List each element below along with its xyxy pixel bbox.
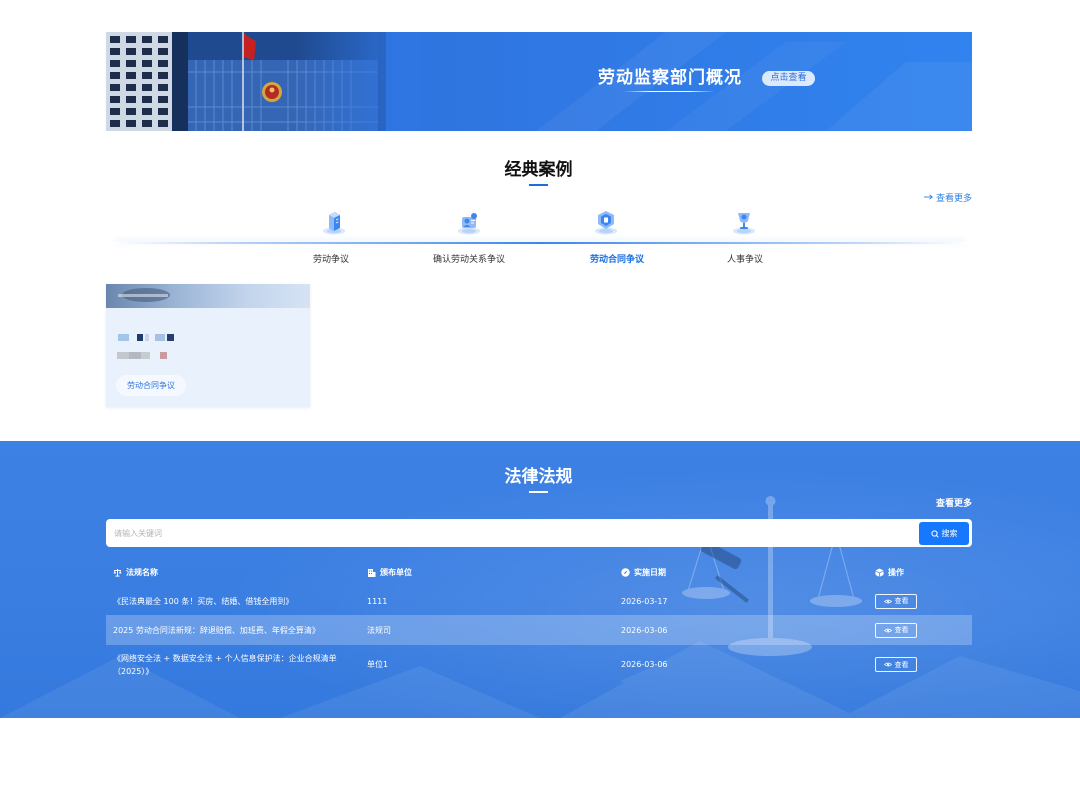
column-header-label: 实施日期 [634,567,666,577]
laws-view-more-link[interactable]: 查看更多 [936,498,972,510]
law-name: 《民法典最全 100 条！买房、结婚、借钱全用到》 [113,596,294,606]
law-issuer: 法规司 [367,625,391,635]
category-tab-labor-contract[interactable]: 劳动合同争议 [567,206,667,266]
case-category-tag[interactable]: 劳动合同争议 [116,375,186,396]
view-button[interactable]: 查看 [875,593,917,609]
law-name: 《网络安全法 + 数据安全法 + 个人信息保护法：企业合规清单（2025）》 [113,653,337,676]
search-icon [930,529,939,538]
law-issuer: 单位1 [367,660,389,669]
view-button-label: 查看 [894,660,909,669]
category-label: 劳动合同争议 [589,255,644,265]
law-effective-date: 2026-03-17 [621,596,668,606]
category-label: 确认劳动关系争议 [432,255,505,265]
case-card[interactable]: 劳动合同争议 [106,284,310,407]
shield-document-icon [593,208,619,236]
case-card-image [106,284,310,308]
category-tab-personnel[interactable]: 人事争议 [695,206,795,266]
eye-icon [883,628,892,633]
table-row[interactable]: 《网络安全法 + 数据安全法 + 个人信息保护法：企业合规清单（2025）》 单… [106,648,972,681]
category-label: 劳动争议 [312,255,349,265]
scales-icon [113,568,122,577]
laws-title-underline [529,491,548,493]
search-button[interactable]: 搜索 [919,522,969,545]
column-header-date: 实施日期 [621,567,875,578]
keyword-search-input[interactable] [106,519,972,547]
search-button-label: 搜索 [941,529,958,538]
building-icon [367,568,376,577]
table-row[interactable]: 《民法典最全 100 条！买房、结婚、借钱全用到》 1111 2026-03-1… [106,587,972,615]
category-tab-labor-relation[interactable]: 确认劳动关系争议 [419,206,519,266]
law-name: 2025 劳动合同法新规：辞退赔偿、加班费、年假全算清》 [113,625,320,635]
view-button[interactable]: 查看 [875,657,917,672]
banner-title-underline [623,91,715,92]
cases-section-title: 经典案例 [504,160,573,180]
view-button[interactable]: 查看 [875,622,917,638]
cases-view-more-label: 查看更多 [935,193,972,204]
view-button-label: 查看 [894,626,909,634]
banner-building-image [106,32,972,131]
cases-title-underline [529,184,548,186]
eye-icon [883,662,892,667]
laws-table-header: 法规名称 颁布单位 实施日期 操作 [106,564,972,580]
column-header-label: 操作 [888,567,904,577]
compass-icon [621,567,630,577]
cases-view-more-link[interactable]: 查看更多 [923,191,972,204]
category-tab-labor-dispute[interactable]: 劳动争议 [281,206,381,266]
department-overview-banner[interactable] [106,32,972,131]
column-header-label: 法规名称 [126,567,158,577]
column-header-name: 法规名称 [113,567,367,578]
document-stack-icon [321,208,347,236]
column-header-label: 颁布单位 [380,567,412,577]
arrow-right-icon [923,194,933,200]
law-effective-date: 2026-03-06 [621,660,668,669]
person-trophy-icon [731,208,757,236]
person-badge-icon [456,208,482,236]
law-issuer: 1111 [367,596,388,606]
category-label: 人事争议 [726,255,763,265]
cube-icon [875,568,884,577]
category-divider-line [115,242,965,244]
table-row[interactable]: 2025 劳动合同法新规：辞退赔偿、加班费、年假全算清》 法规司 2026-03… [106,615,972,645]
law-effective-date: 2026-03-06 [621,625,668,635]
eye-icon [883,599,892,604]
view-details-button[interactable]: 点击查看 [762,71,815,86]
laws-section-title: 法律法规 [504,467,573,487]
column-header-issuer: 颁布单位 [367,567,621,578]
view-button-label: 查看 [894,597,909,605]
column-header-action: 操作 [875,567,972,578]
banner-title: 劳动监察部门概况 [598,68,742,88]
